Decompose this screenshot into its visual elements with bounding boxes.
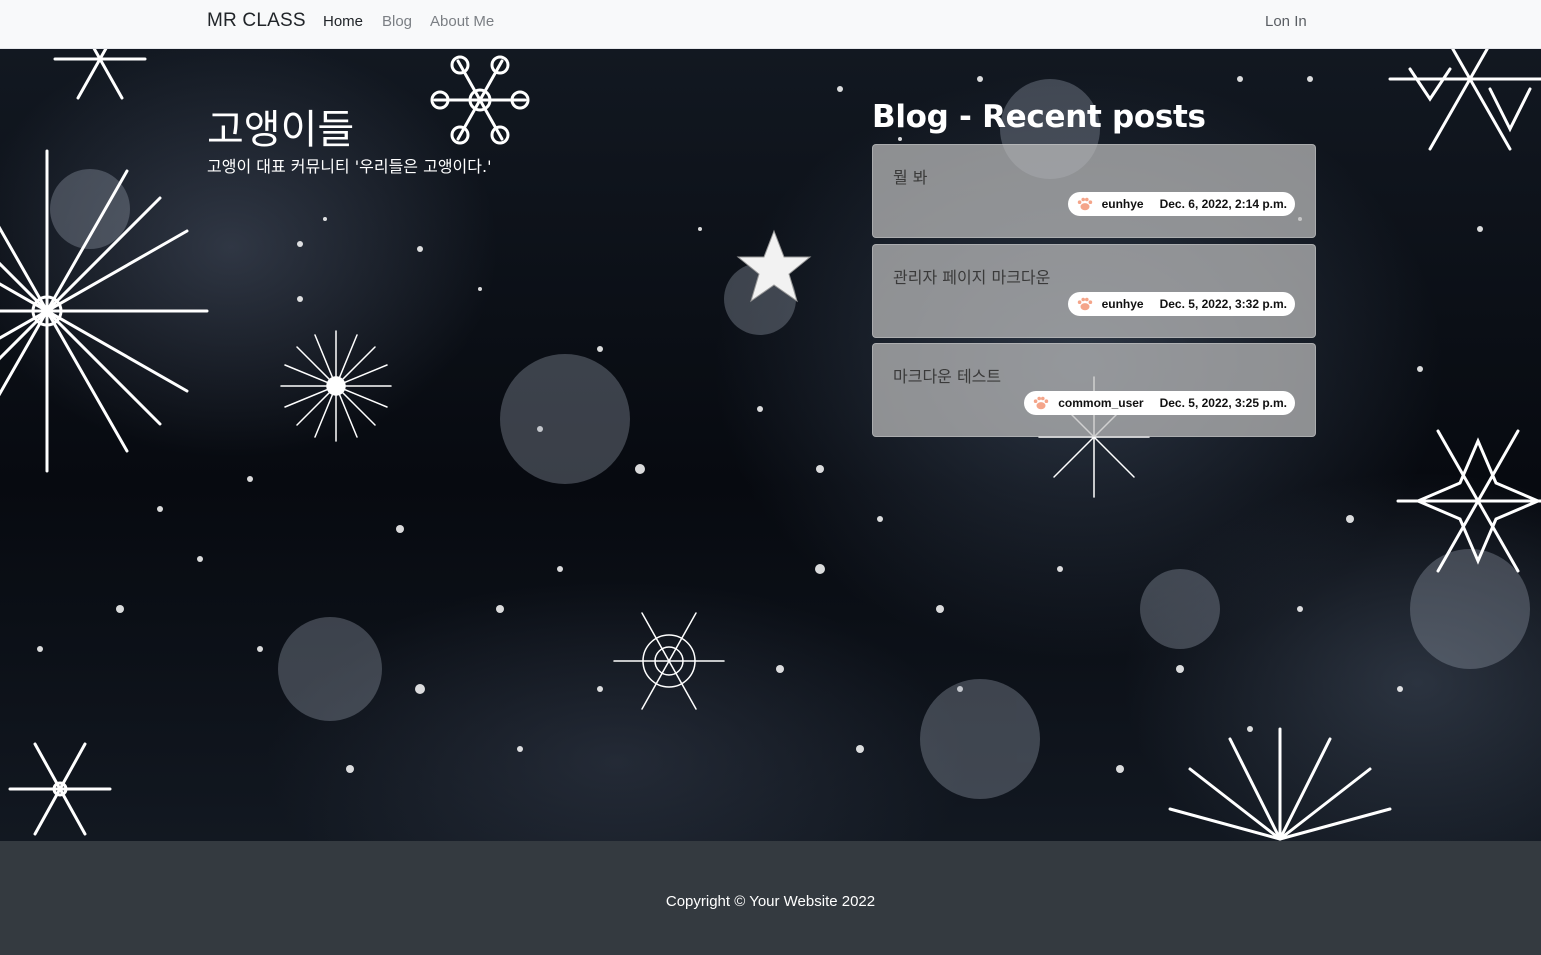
- post-meta: eunhye Dec. 5, 2022, 3:32 p.m.: [1067, 292, 1295, 316]
- nav-about-link[interactable]: About Me: [430, 13, 494, 30]
- login-link[interactable]: Lon In: [1265, 13, 1307, 30]
- paw-icon: [1077, 197, 1092, 211]
- post-date: Dec. 5, 2022, 3:25 p.m.: [1159, 396, 1287, 410]
- post-author: eunhye: [1101, 297, 1144, 311]
- paw-icon: [1077, 297, 1092, 311]
- nav-home-link[interactable]: Home: [323, 13, 363, 30]
- snowflake-icon: [1388, 49, 1541, 151]
- snowflake-icon: [53, 49, 147, 100]
- post-date: Dec. 5, 2022, 3:32 p.m.: [1159, 297, 1287, 311]
- post-author: eunhye: [1101, 197, 1144, 211]
- snowflake-icon: [613, 612, 725, 710]
- post-title[interactable]: 뭘 봐: [893, 164, 928, 188]
- nav-blog-link[interactable]: Blog: [382, 13, 412, 30]
- post-date: Dec. 6, 2022, 2:14 p.m.: [1159, 197, 1287, 211]
- navbar: MR CLASS Home Blog About Me Lon In: [0, 0, 1541, 49]
- recent-posts-heading: Blog - Recent posts: [872, 99, 1206, 135]
- post-title[interactable]: 관리자 페이지 마크다운: [893, 264, 1050, 288]
- footer: Copyright © Your Website 2022: [0, 841, 1541, 955]
- snowflake-icon: [430, 55, 530, 145]
- snowflake-icon: [1168, 727, 1392, 841]
- hero-subtitle: 고앵이 대표 커뮤니티 '우리들은 고앵이다.': [207, 157, 492, 176]
- snowflake-icon: [280, 330, 392, 442]
- post-card[interactable]: 뭘 봐 eunhye Dec. 6, 2022, 2:14 p.m.: [872, 144, 1316, 238]
- post-author: commom_user: [1058, 396, 1144, 410]
- post-card[interactable]: 마크다운 테스트 commom_user Dec. 5, 2022, 3:25 …: [872, 343, 1316, 437]
- hero-section: 고앵이들 고앵이 대표 커뮤니티 '우리들은 고앵이다.' Blog - Rec…: [0, 49, 1541, 841]
- hero-title: 고앵이들: [207, 107, 355, 153]
- post-card[interactable]: 관리자 페이지 마크다운 eunhye Dec. 5, 2022, 3:32 p…: [872, 244, 1316, 338]
- post-meta: eunhye Dec. 6, 2022, 2:14 p.m.: [1067, 192, 1295, 216]
- copyright-text: Copyright © Your Website 2022: [665, 893, 876, 910]
- brand-link[interactable]: MR CLASS: [207, 10, 306, 32]
- post-meta: commom_user Dec. 5, 2022, 3:25 p.m.: [1024, 391, 1295, 415]
- paw-icon: [1034, 396, 1049, 410]
- post-title[interactable]: 마크다운 테스트: [893, 363, 1001, 387]
- snowflake-icon: [8, 742, 112, 836]
